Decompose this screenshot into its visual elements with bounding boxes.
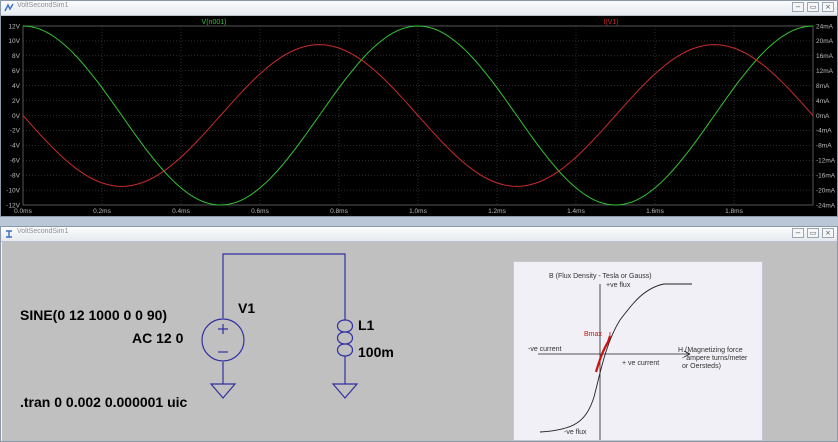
schematic-titlebar[interactable]: VoltSecondSim1 − ▭ × [1, 227, 837, 242]
restore-button[interactable]: ▭ [807, 228, 819, 238]
waveform-chart[interactable]: 12V10V8V6V4V2V0V-2V-4V-6V-8V-10V-12V24mA… [1, 16, 837, 216]
current-trace-label[interactable]: I(V1) [603, 19, 618, 26]
x-axis-tick-label: 1.8ms [725, 208, 743, 215]
x-axis-tick-label: 0.4ms [172, 208, 190, 215]
inductor-name-text[interactable]: L1 [358, 317, 374, 333]
right-axis-tick-label: -20mA [816, 187, 836, 194]
close-button[interactable]: × [822, 228, 834, 238]
inductor-value-text[interactable]: 100m [358, 344, 394, 360]
schematic-app-icon [6, 230, 12, 238]
left-axis-tick-label: -6V [10, 158, 21, 165]
left-axis-tick-label: -10V [6, 187, 20, 194]
right-axis-tick-label: -4mA [816, 128, 832, 135]
bh-curve-line [539, 283, 692, 433]
restore-button[interactable]: ▭ [807, 2, 819, 12]
right-axis-tick-label: 20mA [816, 38, 834, 45]
right-axis-tick-label: 0mA [816, 113, 830, 120]
x-axis-tick-label: 1.0ms [409, 208, 427, 215]
right-axis-tick-label: 16mA [816, 53, 834, 60]
x-axis-tick-label: 1.6ms [646, 208, 664, 215]
x-axis-tick-label: 1.2ms [488, 208, 506, 215]
plot-series [22, 25, 814, 206]
schematic-window: VoltSecondSim1 − ▭ × SINE(0 12 1000 0 0 … [0, 226, 838, 442]
bh-curve-diagram: B (Flux Density - Tesla or Gauss) +ve fl… [528, 273, 748, 440]
source-ac-text[interactable]: AC 12 0 [132, 330, 183, 346]
right-axis-tick-label: 24mA [816, 23, 834, 30]
left-axis-tick-label: 0V [12, 113, 21, 120]
right-axis-tick-label: 8mA [816, 83, 830, 90]
waveform-window-title: VoltSecondSim1 [17, 2, 69, 9]
x-axis-tick-label: 0.0ms [14, 208, 32, 215]
bmax-label: Bmax [584, 331, 602, 338]
h-axis-label-1: H (Magnetizing force [678, 347, 743, 354]
left-axis-tick-label: -2V [10, 128, 21, 135]
inductor-l1[interactable] [336, 314, 354, 366]
left-axis-tick-label: 2V [12, 98, 21, 105]
simulation-directive-text[interactable]: .tran 0 0.002 0.000001 uic [20, 394, 187, 410]
left-axis-tick-label: 8V [12, 53, 21, 60]
source-name-text[interactable]: V1 [238, 300, 255, 316]
left-axis-tick-label: 4V [12, 83, 21, 90]
x-axis-tick-label: 0.2ms [93, 208, 111, 215]
left-axis-tick-label: 6V [12, 68, 21, 75]
waveform-window: VoltSecondSim1 − ▭ × 12V 10V 8V 6V 4V 2V 0V -2V… [0, 0, 838, 217]
x-axis-tick-label: 1.4ms [567, 208, 585, 215]
pos-current-label: + ve current [622, 360, 659, 367]
neg-current-label: -ve current [528, 346, 562, 353]
ground-symbol-right[interactable] [331, 383, 359, 399]
right-axis-tick-label: -16mA [816, 172, 836, 179]
close-button[interactable]: × [822, 2, 834, 12]
voltage-trace-label[interactable]: V(n001) [202, 19, 227, 26]
b-axis-label: B (Flux Density - Tesla or Gauss) [549, 273, 652, 280]
right-axis-tick-label: 12mA [816, 68, 834, 75]
right-axis-tick-label: -8mA [816, 143, 832, 150]
waveform-titlebar[interactable]: VoltSecondSim1 − ▭ × [1, 1, 837, 16]
waveform-app-icon [4, 3, 14, 12]
bh-curve-image: B (Flux Density - Tesla or Gauss) +ve fl… [513, 261, 763, 441]
h-axis-label-3: or Oersteds) [682, 363, 721, 370]
waveform-plot-area[interactable]: 12V 10V 8V 6V 4V 2V 0V -2V -4V -6V -8V -10V -12V 24mA… [1, 16, 837, 216]
left-axis-tick-label: -4V [10, 143, 21, 150]
minimize-button[interactable]: − [792, 2, 804, 12]
h-axis-label-2: - ampere turns/meter [682, 355, 748, 362]
right-axis-tick-label: -24mA [816, 202, 836, 209]
schematic-window-title: VoltSecondSim1 [17, 228, 69, 235]
circuit-wires[interactable] [222, 253, 346, 384]
x-axis-tick-label: 0.6ms [251, 208, 269, 215]
left-axis-tick-label: 12V [8, 23, 20, 30]
neg-flux-label: -ve flux [564, 429, 587, 436]
left-axis-tick-label: 10V [8, 38, 20, 45]
right-axis-tick-label: 4mA [816, 98, 830, 105]
minimize-button[interactable]: − [792, 228, 804, 238]
pos-flux-label: +ve flux [606, 282, 631, 289]
left-axis-tick-label: -8V [10, 172, 21, 179]
voltage-source-v1[interactable] [201, 318, 245, 362]
schematic-canvas[interactable]: SINE(0 12 1000 0 0 90) V1 AC 12 0 L1 100… [2, 242, 837, 441]
right-axis-tick-label: -12mA [816, 158, 836, 165]
x-axis-tick-label: 0.8ms [330, 208, 348, 215]
ground-symbol-left[interactable] [209, 383, 237, 399]
source-function-text[interactable]: SINE(0 12 1000 0 0 90) [20, 307, 167, 323]
